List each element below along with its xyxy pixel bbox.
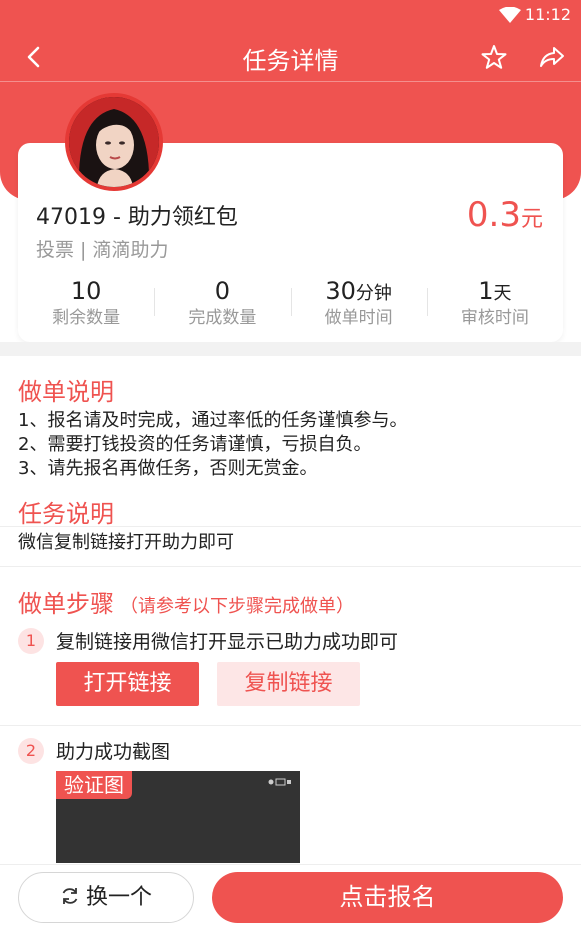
stat-duration: 30分钟 做单时间 [290,277,427,328]
proof-screenshot[interactable]: 验证图 [56,771,300,863]
task-title: 47019 - 助力领红包 [36,205,238,230]
stat-value: 10 [70,277,102,305]
step-text: 复制链接用微信打开显示已助力成功即可 [56,631,399,653]
stat-completed: 0 完成数量 [154,278,290,328]
wifi-icon [499,7,521,23]
switch-task-button[interactable]: 换一个 [18,872,194,923]
reward-unit: 元 [520,207,543,232]
stat-value: 0 [214,277,231,305]
divider [0,526,581,527]
stat-label: 做单时间 [324,308,393,328]
instructions-title: 做单说明 [18,378,114,406]
description-title: 任务说明 [18,500,114,528]
stat-review: 1天 审核时间 [426,277,563,328]
steps-title: 做单步骤 （请参考以下步骤完成做单） [18,584,354,619]
bottom-action-bar: 换一个 点击报名 [0,864,581,930]
divider [0,725,581,726]
signup-button[interactable]: 点击报名 [212,872,563,923]
task-stats: 10 剩余数量 0 完成数量 30分钟 做单时间 1天 审核时间 [18,278,563,328]
star-icon[interactable] [481,44,507,70]
instruction-line: 2、需要打钱投资的任务请谨慎，亏损自负。 [18,434,372,455]
nav-bar: 任务详情 [0,32,581,82]
reward-value: 0.3 [466,195,521,235]
divider [0,566,581,567]
instruction-line: 1、报名请及时完成，通过率低的任务谨慎参与。 [18,410,408,431]
section-separator [0,342,581,356]
stat-value: 30 [325,277,356,305]
step-text: 助力成功截图 [56,741,171,763]
step-number: 1 [18,628,44,654]
refresh-icon [62,888,78,904]
stat-unit: 天 [493,283,512,304]
task-category: 投票 | 滴滴助力 [36,239,169,261]
task-reward: 0.3元 [467,195,543,235]
steps-hint: （请参考以下步骤完成做单） [120,596,354,617]
instruction-line: 3、请先报名再做任务，否则无赏金。 [18,458,318,479]
proof-tag: 验证图 [56,771,132,799]
stat-remaining: 10 剩余数量 [18,278,154,328]
open-link-button[interactable]: 打开链接 [56,662,199,706]
share-icon[interactable] [539,44,565,70]
stat-unit: 分钟 [355,283,392,304]
step-number: 2 [18,738,44,764]
copy-link-button[interactable]: 复制链接 [217,662,360,706]
avatar [65,93,163,191]
steps-title-text: 做单步骤 [18,590,114,618]
stat-label: 审核时间 [460,308,529,328]
switch-label: 换一个 [85,885,152,910]
description-text: 微信复制链接打开助力即可 [18,532,234,553]
status-bar: 11:12 [0,0,581,32]
stat-label: 剩余数量 [52,308,121,328]
status-time: 11:12 [524,5,571,24]
stat-label: 完成数量 [188,308,257,328]
stat-value: 1 [478,277,494,305]
avatar-portrait-icon [69,97,159,187]
status-icons [268,778,291,786]
